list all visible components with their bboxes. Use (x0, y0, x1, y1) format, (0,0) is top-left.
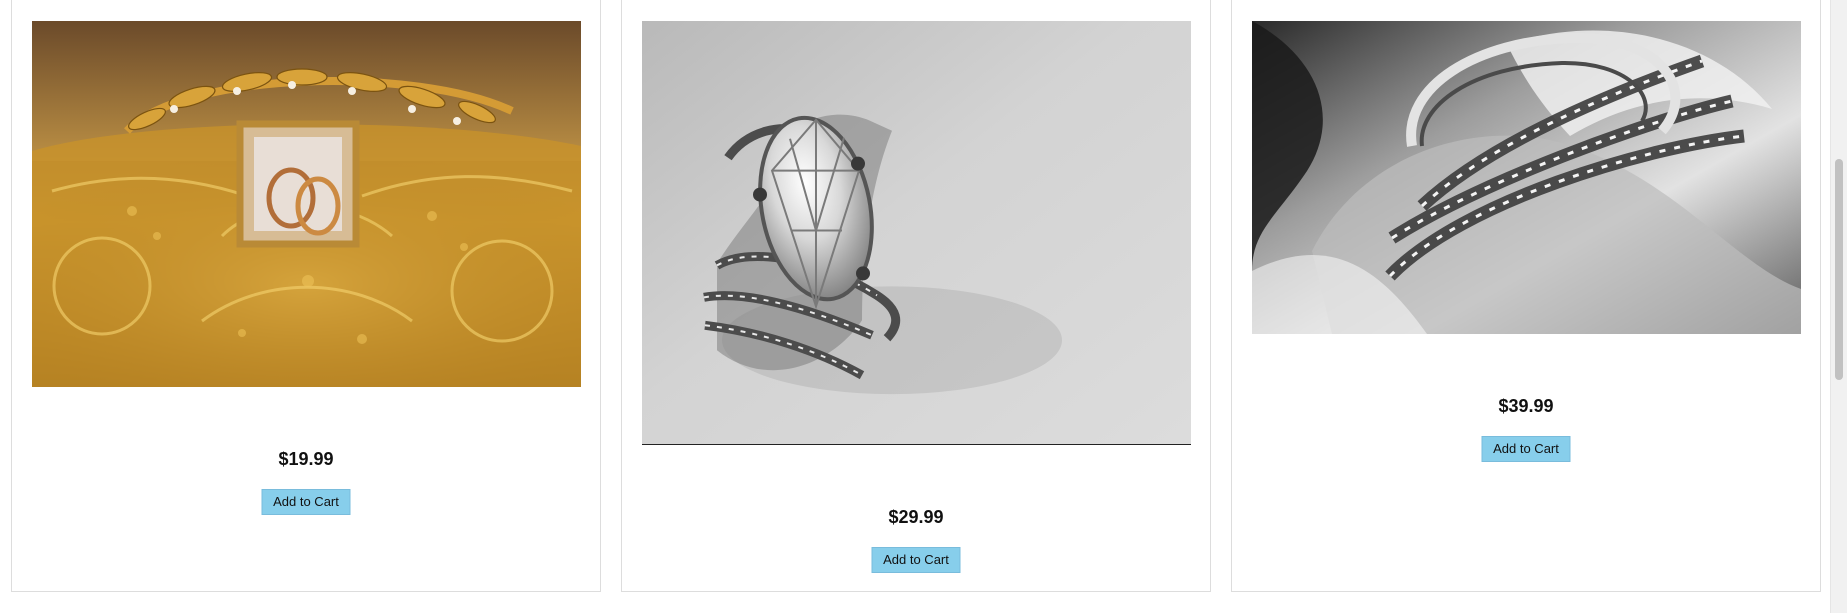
add-to-cart-button[interactable]: Add to Cart (261, 489, 351, 515)
product-price: $39.99 (1498, 396, 1554, 416)
product-card: $19.99 Add to Cart (11, 0, 601, 592)
product-card: $29.99 Add to Cart (621, 0, 1211, 592)
silver-bands-rose-image (1252, 21, 1801, 334)
add-to-cart-button[interactable]: Add to Cart (1481, 436, 1571, 462)
diamond-ring-image (642, 21, 1191, 445)
scrollbar-thumb[interactable] (1835, 159, 1843, 380)
vertical-scrollbar[interactable] (1830, 0, 1847, 613)
product-card: $39.99 Add to Cart (1231, 0, 1821, 592)
product-price: $19.99 (278, 449, 334, 469)
product-price: $29.99 (888, 507, 944, 527)
golden-rings-box-image (32, 21, 581, 387)
product-grid: $19.99 Add to Cart $29.99 Add to Cart $3… (0, 0, 1847, 613)
add-to-cart-button[interactable]: Add to Cart (871, 547, 961, 573)
